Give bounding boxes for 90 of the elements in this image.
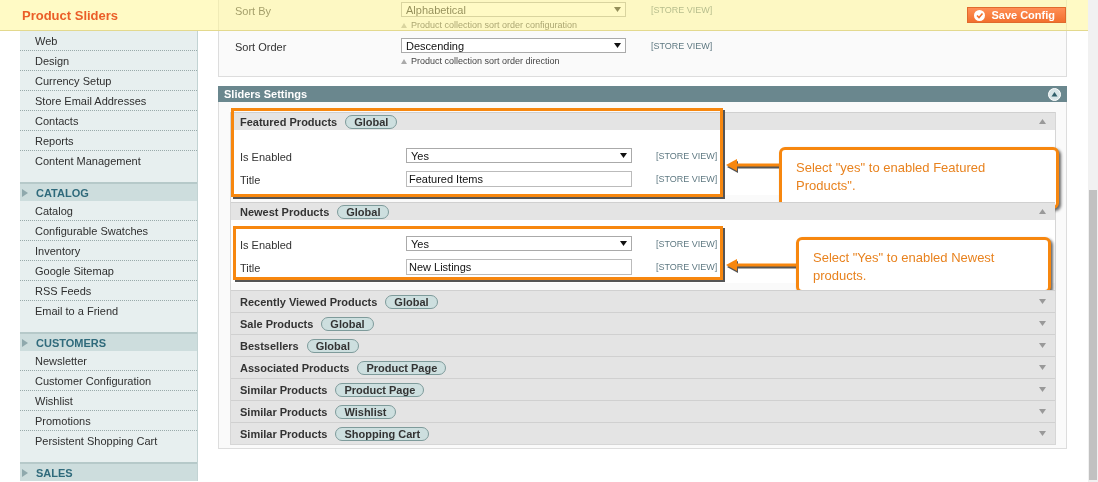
group-title: Sale Products [240, 317, 314, 330]
group-header[interactable]: Associated Products Product Page [231, 356, 1055, 378]
caret-icon[interactable] [1039, 409, 1046, 414]
scope-tag: Global [345, 114, 398, 129]
scope-tag: Product Page [335, 382, 425, 397]
group-title: Similar Products [240, 405, 328, 418]
caret-icon[interactable] [1039, 343, 1046, 348]
triangle-icon [22, 338, 28, 347]
sidebar-item[interactable]: Catalog [20, 201, 197, 221]
group-header[interactable]: Featured Products Global [231, 112, 1055, 130]
input-field[interactable]: Featured Items [406, 171, 632, 187]
sidebar-item[interactable]: Email to a Friend [20, 301, 197, 321]
sidebar-item[interactable]: Reports [20, 131, 197, 151]
sidebar-item[interactable]: Newsletter [20, 351, 197, 371]
caret-icon[interactable] [1039, 431, 1046, 436]
sidebar-item[interactable]: Configurable Swatches [20, 221, 197, 241]
field-label: Is Enabled [240, 150, 293, 163]
sidebar-item[interactable]: Inventory [20, 241, 197, 261]
triangle-icon [401, 58, 407, 64]
caret-icon[interactable] [1039, 321, 1046, 326]
caret-icon[interactable] [1039, 119, 1046, 124]
field-label: Title [240, 261, 262, 274]
scope-tag: Product Page [357, 360, 447, 375]
sidebar-group-title[interactable]: SALES [36, 466, 73, 479]
group-title: Newest Products [240, 205, 330, 218]
group-title: Associated Products [240, 361, 350, 374]
triangle-icon [401, 22, 407, 28]
group-header[interactable]: Recently Viewed Products Global [231, 290, 1055, 312]
page-title: Product Sliders [22, 7, 119, 23]
field-note: Product collection sort order configuration [411, 20, 578, 30]
group-header[interactable]: Similar Products Shopping Cart [231, 422, 1055, 444]
input-field[interactable]: New Listings [406, 259, 632, 275]
group-title: Recently Viewed Products [240, 295, 378, 308]
group-title: Similar Products [240, 427, 328, 440]
sidebar-item[interactable]: Store Email Addresses [20, 91, 197, 111]
caret-icon [614, 43, 621, 48]
select-field[interactable]: Descending [401, 38, 626, 53]
callout-note: Select "Yes" to enabled Newest products. [796, 237, 1051, 293]
caret-icon [620, 153, 627, 158]
sidebar-item[interactable]: Wishlist [20, 391, 197, 411]
field-label: Is Enabled [240, 238, 293, 251]
caret-icon[interactable] [1039, 365, 1046, 370]
sidebar-item[interactable]: Content Management [20, 151, 197, 171]
sidebar-item[interactable]: Promotions [20, 411, 197, 431]
field-label: Title [240, 173, 262, 186]
group-header[interactable]: Newest Products Global [231, 202, 1055, 220]
scrollbar[interactable] [1088, 0, 1098, 482]
sidebar-item[interactable]: RSS Feeds [20, 281, 197, 301]
scope-label: [STORE VIEW] [656, 238, 718, 249]
field-note: Product collection sort order direction [411, 56, 560, 66]
triangle-icon [22, 188, 28, 197]
sidebar-item[interactable]: Currency Setup [20, 71, 197, 91]
group-header[interactable]: Similar Products Wishlist [231, 400, 1055, 422]
section-header[interactable]: Sliders Settings [218, 86, 1067, 102]
scope-tag: Global [306, 338, 359, 353]
scope-tag: Shopping Cart [335, 426, 430, 441]
group-header[interactable]: Sale Products Global [231, 312, 1055, 334]
group-title: Bestsellers [240, 339, 299, 352]
field-label: Sort By [235, 4, 273, 17]
caret-icon[interactable] [1039, 387, 1046, 392]
scope-label: [STORE VIEW] [651, 4, 713, 15]
scope-tag: Global [385, 294, 438, 309]
collapse-icon[interactable] [1048, 87, 1061, 101]
scope-label: [STORE VIEW] [656, 173, 718, 184]
section-title: Sliders Settings [224, 88, 308, 100]
scope-tag: Wishlist [335, 404, 396, 419]
sidebar-item[interactable]: Web [20, 31, 197, 51]
sidebar-item[interactable]: Contacts [20, 111, 197, 131]
sidebar-item[interactable]: Persistent Shopping Cart [20, 431, 197, 451]
caret-icon [614, 7, 621, 12]
group-title: Similar Products [240, 383, 328, 396]
group-header[interactable]: Bestsellers Global [231, 334, 1055, 356]
sidebar-item[interactable]: Google Sitemap [20, 261, 197, 281]
field-label: Sort Order [235, 40, 288, 53]
scrollbar-thumb[interactable] [1089, 190, 1097, 480]
scope-tag: Global [321, 316, 374, 331]
scope-label: [STORE VIEW] [651, 40, 713, 51]
group-header[interactable]: Similar Products Product Page [231, 378, 1055, 400]
group-title: Featured Products [240, 115, 338, 128]
triangle-icon [22, 468, 28, 477]
scope-label: [STORE VIEW] [656, 261, 718, 272]
check-icon [974, 9, 986, 21]
caret-icon [620, 241, 627, 246]
scope-tag: Global [337, 204, 390, 219]
select-field[interactable]: Yes [406, 236, 632, 251]
scope-label: [STORE VIEW] [656, 150, 718, 161]
sidebar-item[interactable]: Customer Configuration [20, 371, 197, 391]
caret-icon[interactable] [1039, 299, 1046, 304]
sidebar-item[interactable]: Design [20, 51, 197, 71]
select-field[interactable]: Yes [406, 148, 632, 163]
